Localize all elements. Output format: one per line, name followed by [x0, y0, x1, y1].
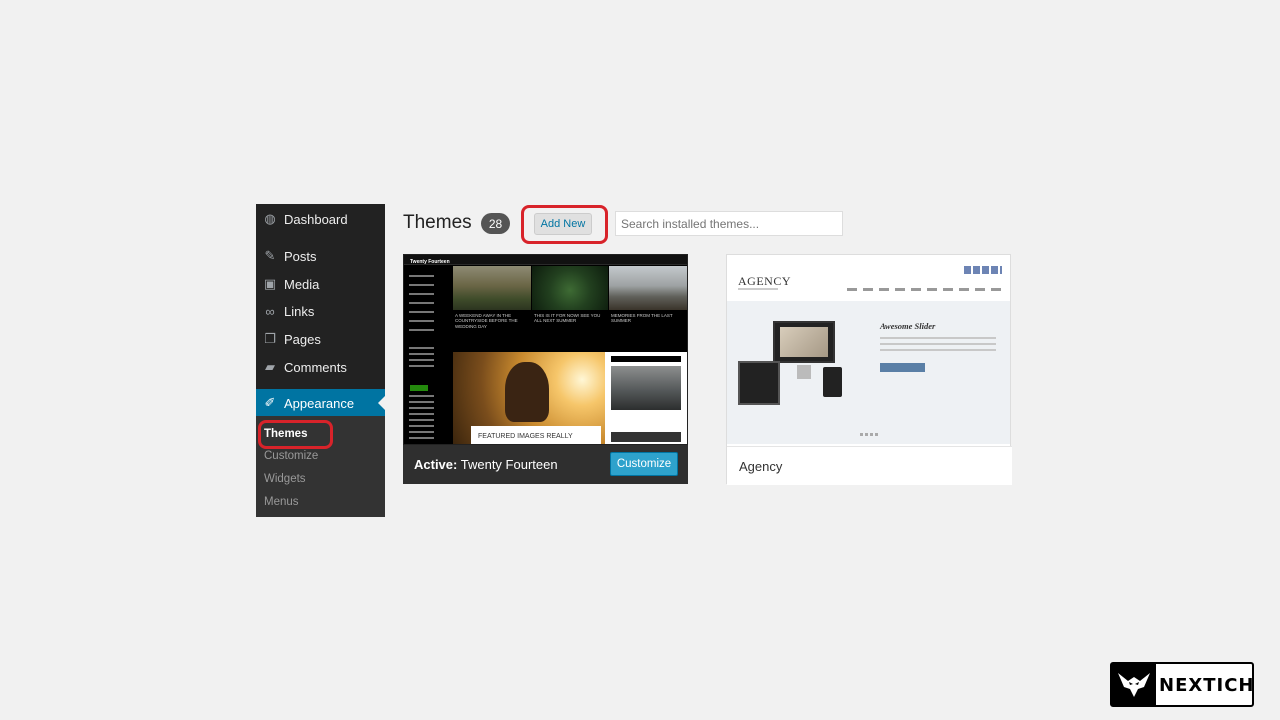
menu-links-label: Links — [284, 303, 315, 319]
preview-sidebar — [404, 265, 452, 444]
menu-dashboard-label: Dashboard — [284, 211, 348, 227]
menu-pages-label: Pages — [284, 331, 321, 347]
preview-photo-plants — [532, 266, 608, 310]
dashboard-icon: ◍ — [264, 211, 276, 226]
laptop-graphic — [738, 361, 780, 405]
submenu-widgets[interactable]: Widgets — [264, 473, 306, 485]
menu-media-label: Media — [284, 276, 320, 292]
preview-hero-image: FEATURED IMAGES REALLY — [453, 352, 605, 444]
preview-slider-title: Awesome Slider — [880, 321, 936, 331]
theme-name: Agency — [739, 459, 783, 474]
theme-card-agency[interactable]: AGENCY Awesome Slider Agency — [726, 254, 1012, 485]
page-title: Themes — [403, 212, 472, 233]
preview-video-widget — [605, 352, 687, 444]
menu-posts-label: Posts — [284, 248, 317, 264]
menu-appearance[interactable]: ✐ Appearance — [256, 389, 385, 417]
submenu-menus[interactable]: Menus — [264, 496, 299, 508]
preview-featured-title: FEATURED IMAGES REALLY — [478, 433, 573, 440]
preview-buy-button — [880, 363, 925, 372]
menu-comments[interactable]: ▰ Comments — [256, 354, 385, 380]
brand-wordmark: NEXTICH — [1159, 675, 1255, 696]
admin-sidebar: ◍ Dashboard ✎ Posts ▣ Media ∞ Links ❐ Pa… — [256, 204, 385, 517]
theme-card-twenty-fourteen[interactable]: Twenty Fourteen A WEEKEND AWAY IN THE CO… — [403, 254, 688, 484]
submenu-customize[interactable]: Customize — [264, 450, 318, 462]
menu-appearance-label: Appearance — [284, 395, 355, 411]
menu-pages[interactable]: ❐ Pages — [256, 326, 385, 352]
preview-caption-2: THIS IS IT FOR NOW! SEE YOU ALL NEXT SUM… — [534, 313, 601, 324]
preview-photo-landscape — [453, 266, 531, 310]
pin-icon: ✎ — [264, 248, 276, 263]
comment-icon: ▰ — [265, 359, 275, 374]
preview-nav — [847, 288, 1007, 291]
search-themes-input[interactable] — [615, 211, 843, 236]
menu-comments-label: Comments — [284, 359, 347, 375]
brush-icon: ✐ — [264, 395, 276, 410]
themes-highlight-ring — [258, 420, 333, 449]
link-icon: ∞ — [265, 303, 275, 319]
pages-icon: ❐ — [264, 331, 276, 346]
menu-posts[interactable]: ✎ Posts — [256, 243, 385, 269]
preview-caption-3: MEMORIES FROM THE LAST SUMMER — [611, 313, 673, 324]
nextich-logo: NEXTICH — [1110, 662, 1254, 707]
social-icons — [964, 266, 1002, 274]
menu-media[interactable]: ▣ Media — [256, 271, 385, 297]
wolf-icon — [1112, 664, 1156, 705]
phone-graphic — [823, 367, 842, 397]
monitor-graphic — [773, 321, 835, 363]
customize-button[interactable]: Customize — [610, 452, 678, 476]
add-new-highlight-ring — [521, 205, 608, 244]
theme-screenshot: AGENCY Awesome Slider — [727, 255, 1010, 444]
slider-dots — [860, 433, 878, 436]
menu-links[interactable]: ∞ Links — [256, 298, 385, 324]
theme-count-badge: 28 — [481, 213, 510, 234]
menu-dashboard[interactable]: ◍ Dashboard — [256, 206, 385, 232]
wordpress-admin-screenshot: ◍ Dashboard ✎ Posts ▣ Media ∞ Links ❐ Pa… — [256, 204, 1024, 517]
preview-caption-1: A WEEKEND AWAY IN THE COUNTRYSIDE BEFORE… — [455, 313, 518, 329]
theme-screenshot: Twenty Fourteen A WEEKEND AWAY IN THE CO… — [404, 255, 687, 444]
theme-card-footer: Active: Twenty Fourteen Customize — [403, 445, 688, 484]
preview-slider: Awesome Slider — [727, 301, 1010, 444]
media-icon: ▣ — [263, 276, 277, 291]
theme-card-footer: Agency — [727, 446, 1012, 485]
preview-photo-pier — [609, 266, 687, 310]
preview-logo: AGENCY — [738, 274, 791, 288]
active-theme-label: Active: Twenty Fourteen — [414, 457, 558, 472]
